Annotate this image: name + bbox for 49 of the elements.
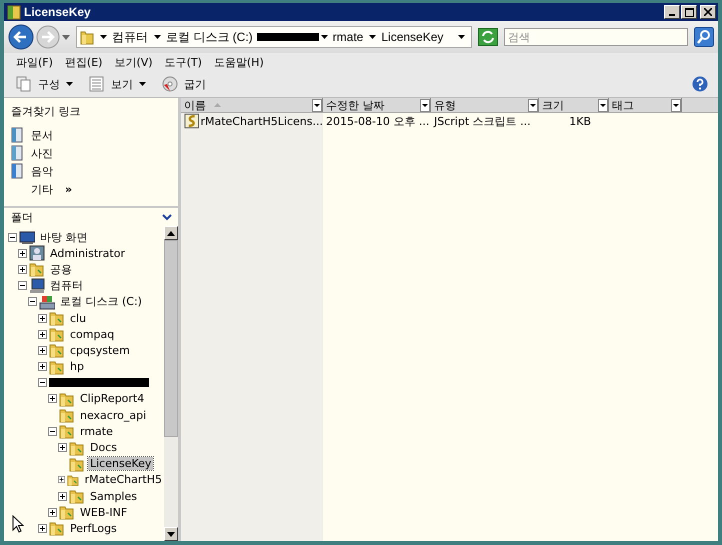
menu-item[interactable]: 파일(F) [10, 54, 59, 70]
views-button[interactable]: 보기 [85, 76, 150, 92]
tree-item[interactable]: rmate [78, 424, 115, 438]
tree-item[interactable]: compaq [68, 328, 116, 341]
breadcrumb-link[interactable]: LicenseKey [381, 30, 444, 44]
tree-item[interactable]: 컴퓨터 [48, 278, 85, 294]
menu-item[interactable]: 보기(V) [108, 54, 159, 70]
tree-item[interactable]: PerfLogs [68, 522, 119, 535]
breadcrumb-link[interactable]: 로컬 디스크 (C:) [166, 28, 253, 46]
breadcrumb-link[interactable]: 컴퓨터 [112, 28, 148, 46]
tree-item[interactable]: 바탕 화면 [38, 230, 90, 245]
more-link[interactable]: 기타 [31, 182, 53, 196]
breadcrumb-link[interactable]: rmate [332, 30, 364, 44]
tree-item[interactable]: nexacro_api [78, 408, 148, 422]
tree-item[interactable]: Samples [88, 490, 139, 503]
menu-item[interactable]: 편집(E) [58, 54, 108, 70]
window-title: LicenseKey [24, 5, 91, 19]
column-header[interactable]: 유형 [431, 98, 539, 112]
favorite-link[interactable]: 문서 [11, 126, 178, 144]
tree-item[interactable]: cpqsystem [68, 344, 132, 357]
burn-button[interactable]: 굽기 [158, 76, 210, 92]
more-chevron[interactable]: » [65, 182, 72, 196]
search-field[interactable]: 검색 [504, 28, 688, 46]
tree-item[interactable]: Docs [88, 441, 119, 454]
column-header[interactable]: 이름 [181, 98, 323, 112]
address-field[interactable]: 컴퓨터 로컬 디스크 (C:) rmate LicenseKey [76, 26, 472, 48]
tree-item[interactable]: clu [68, 312, 88, 325]
menu-item[interactable]: 도움말(H) [208, 54, 270, 70]
tree-item[interactable]: ClipReport4 [78, 392, 146, 406]
tree-item[interactable]: 공용 [48, 262, 74, 277]
menu-item[interactable]: 도구(T) [158, 54, 208, 70]
table-cell-text: JScript 스크립트 ... [432, 114, 532, 128]
favorites-header: 즐겨찾기 링크 [11, 104, 82, 120]
tree-item[interactable]: Administrator [48, 246, 127, 260]
tree-item[interactable]: 로컬 디스크 (C:) [58, 294, 144, 310]
folders-header: 폴더 [11, 210, 33, 224]
tree-item[interactable]: hp [68, 360, 86, 374]
column-header[interactable]: 수정한 날짜 [323, 98, 431, 112]
table-cell-text: 1KB [568, 114, 592, 128]
favorite-link[interactable]: 음악 [11, 162, 178, 180]
tree-item[interactable]: rMateChartH5 [82, 473, 164, 486]
table-cell-text: 2015-08-10 오후 ... [325, 114, 430, 128]
column-header[interactable]: 태그 [609, 98, 682, 112]
tree-item[interactable]: WEB-INF [78, 506, 130, 519]
file-name[interactable]: rMateChartH5Licens... [200, 114, 323, 128]
tree-item[interactable]: LicenseKey [88, 457, 154, 470]
column-header[interactable]: 크기 [539, 98, 609, 112]
organize-button[interactable]: 구성 [12, 76, 77, 92]
favorite-link[interactable]: 사진 [11, 144, 178, 162]
